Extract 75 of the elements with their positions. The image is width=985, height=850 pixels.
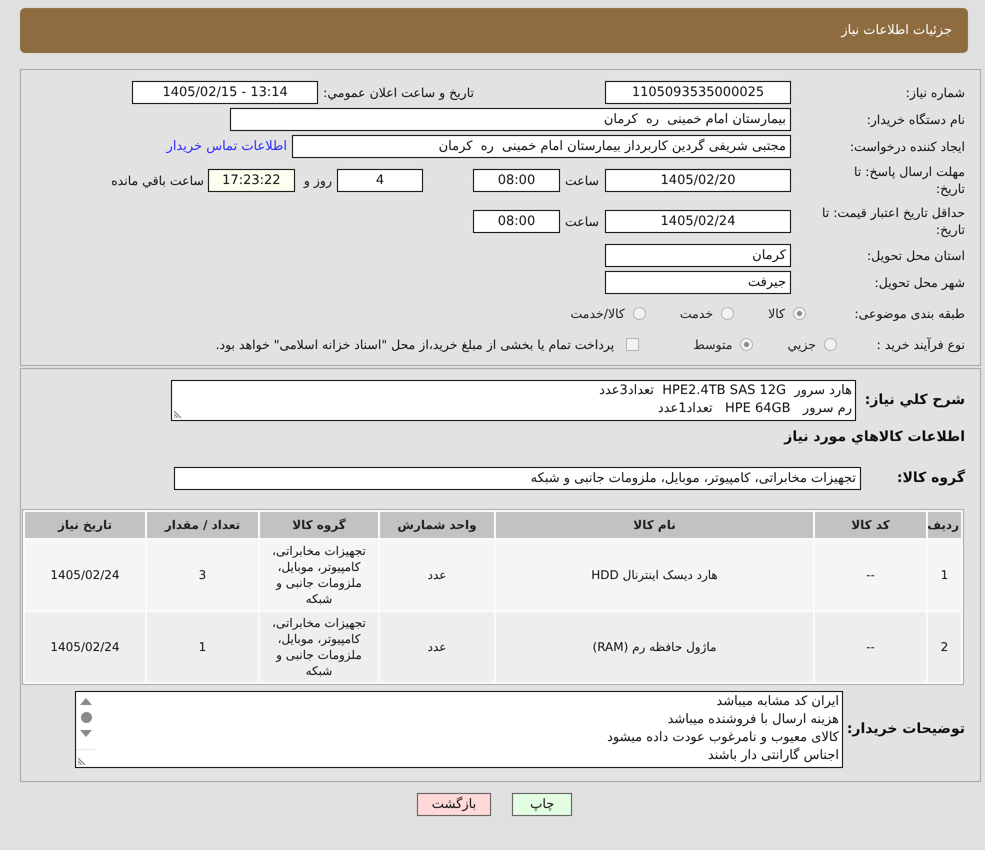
- table-cell: تجهیزات مخابراتی، کامپیوتر، موبایل، ملزومات جانبی و شبکه: [260, 540, 378, 610]
- resize-grip-icon: [174, 410, 182, 418]
- radio-button[interactable]: [740, 338, 754, 350]
- table-cell: 1405/02/24: [25, 540, 145, 610]
- column-header: ردیف: [928, 512, 961, 538]
- buyer-notes-text-area[interactable]: ایران کد مشابه میباشد هزینه ارسال با فروشنده میباشد کالای معیوب و نامرغوب عودت داده میشود اجناس گارانتی دار باشند: [75, 691, 843, 768]
- table-cell: 2: [928, 612, 961, 682]
- need-number-field[interactable]: 1105093535000025: [605, 80, 791, 104]
- validity-date-field[interactable]: 1405/02/24: [605, 210, 791, 232]
- table-cell: 1405/02/24: [25, 612, 145, 682]
- field-label: مهلت ارسال پاسخ: تا تاریخ:: [853, 163, 965, 197]
- table-cell: --: [815, 612, 926, 682]
- field-label: نوع فرآیند خرید :: [876, 336, 965, 352]
- option-label: کالا/خدمت: [570, 306, 625, 320]
- field-label: روز و: [304, 172, 332, 188]
- buyer-contact-link[interactable]: اطلاعات تماس خریدار: [166, 138, 287, 154]
- radio-button[interactable]: [793, 306, 806, 320]
- field-label: شهر محل تحویل:: [874, 274, 965, 290]
- goods-group-field[interactable]: تجهیزات مخابراتی، کامپیوتر، موبایل، ملزومات جانبی و شبکه: [174, 466, 861, 490]
- column-header: تاریخ نیاز: [25, 512, 145, 538]
- field-label: شماره نیاز:: [904, 84, 965, 100]
- radio-button[interactable]: [721, 306, 734, 320]
- field-label: نام دستگاه خریدار:: [866, 110, 965, 128]
- table-cell: --: [815, 540, 926, 610]
- column-header: کد کالا: [815, 512, 926, 538]
- province-field[interactable]: کرمان: [605, 244, 791, 266]
- table-cell: عدد: [380, 540, 494, 610]
- scroll-down-icon[interactable]: [80, 730, 92, 737]
- field-label: ساعت: [564, 214, 599, 228]
- deadline-time-field[interactable]: 08:00: [472, 168, 560, 192]
- field-label: ساعت باقي مانده: [111, 172, 204, 188]
- field-label: حداقل تاریخ اعتبار قیمت: تا تاریخ:: [820, 204, 965, 238]
- back-button[interactable]: بازگشت: [416, 793, 492, 816]
- resize-grip-icon: [78, 757, 86, 765]
- section-heading: اطلاعات کالاهاي مورد نیاز: [784, 428, 965, 446]
- field-label: گروه کالا:: [896, 470, 965, 486]
- option-label: پرداخت تمام یا بخشی از مبلغ خرید،از محل "اسناد خزانه اسلامی" خواهد بود.: [216, 336, 614, 352]
- table-cell: ماژول حافظه رم (RAM): [496, 612, 813, 682]
- radio-button[interactable]: [632, 306, 646, 320]
- field-label: استان محل تحویل:: [866, 246, 965, 264]
- time-remaining-field[interactable]: 17:23:22: [208, 168, 295, 192]
- scroll-up-icon[interactable]: [80, 698, 92, 705]
- announcement-date-field[interactable]: 1405/02/15 - 13:14: [132, 80, 318, 104]
- column-header: واحد شمارش: [380, 512, 494, 538]
- table-cell: 1: [147, 612, 258, 682]
- radio-button[interactable]: [824, 338, 837, 350]
- table-cell: تجهیزات مخابراتی، کامپیوتر، موبایل، ملزومات جانبی و شبکه: [260, 612, 378, 682]
- option-label: خدمت: [680, 306, 714, 320]
- option-label: جزيي: [787, 336, 816, 352]
- validity-time-field[interactable]: 08:00: [472, 210, 560, 232]
- table-cell: هارد دیسک اینترنال HDD: [496, 540, 813, 610]
- option-label: متوسط: [693, 336, 732, 352]
- city-field[interactable]: جیرفت: [605, 270, 791, 294]
- table-cell: عدد: [380, 612, 494, 682]
- buyer-organization-field[interactable]: بیمارستان امام خمینی ره کرمان: [230, 108, 791, 130]
- page-title: جزئیات اطلاعات نیاز: [841, 23, 952, 38]
- field-label: شرح کلي نیاز:: [864, 392, 965, 409]
- days-remaining-field[interactable]: 4: [336, 168, 423, 192]
- requester-field[interactable]: مجتبی شریفی گردین کاربرداز بیمارستان امام خمینی ره کرمان: [292, 134, 791, 158]
- field-label: توضیحات خریدار:: [846, 721, 965, 738]
- checkbox[interactable]: [626, 338, 640, 350]
- column-header: گروه کالا: [260, 512, 378, 538]
- column-header: تعداد / مقدار: [147, 512, 258, 538]
- option-label: کالا: [768, 306, 785, 320]
- field-label: ساعت: [564, 172, 599, 188]
- field-label: ایجاد کننده درخواست:: [848, 138, 965, 154]
- scroll-thumb-icon[interactable]: [80, 712, 92, 723]
- table-cell: 3: [147, 540, 258, 610]
- description-text-area[interactable]: هارد سرور HPE2.4TB SAS 12G تعداد3عدد رم سرور HPE 64GB تعداد1عدد: [171, 380, 856, 421]
- deadline-date-field[interactable]: 1405/02/20: [605, 168, 791, 192]
- field-label: طبقه بندی موضوعی:: [853, 304, 965, 322]
- table-cell: 1: [928, 540, 961, 610]
- column-header: نام کالا: [496, 512, 813, 538]
- field-label: تاریخ و ساعت اعلان عمومي:: [323, 84, 474, 100]
- print-button[interactable]: چاپ: [512, 793, 572, 816]
